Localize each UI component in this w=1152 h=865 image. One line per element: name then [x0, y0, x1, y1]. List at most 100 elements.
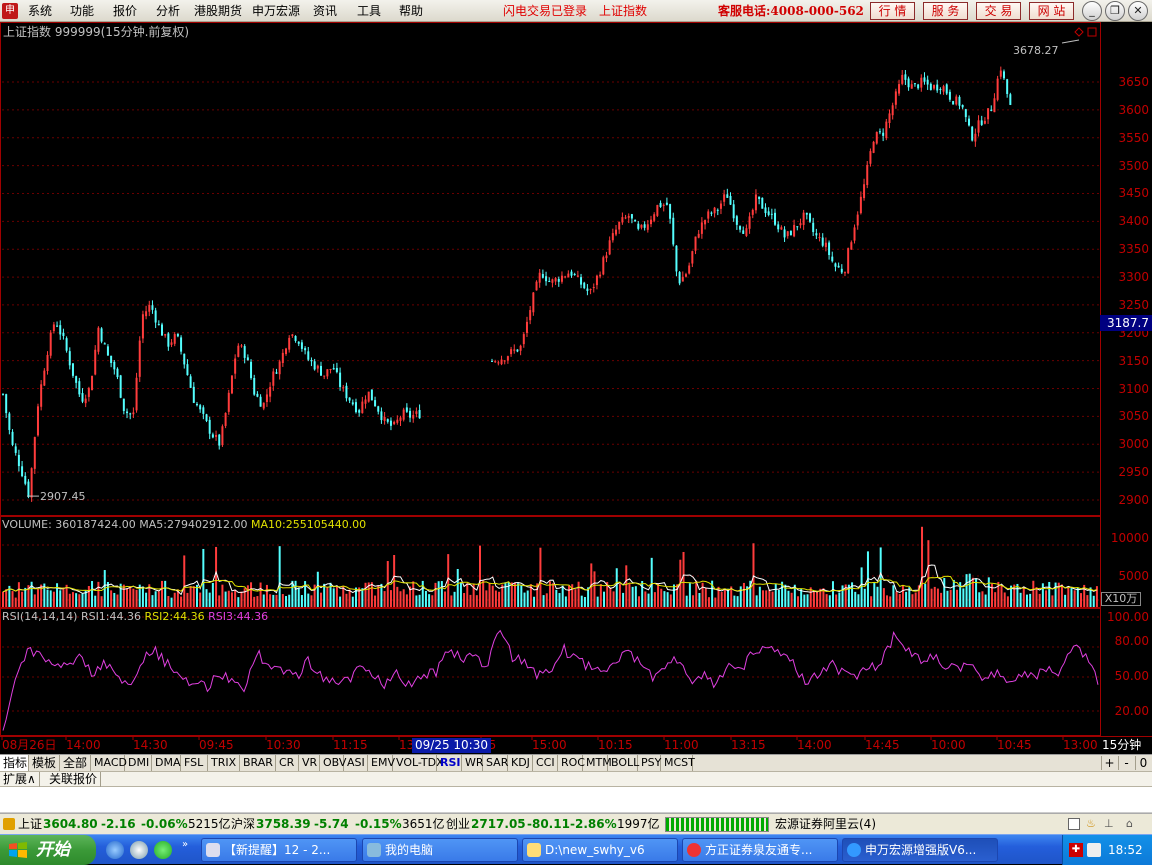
candle-body [24, 475, 27, 484]
menu-function[interactable]: 功能 [70, 3, 94, 19]
candle-body [164, 334, 167, 336]
minimize-icon[interactable]: _ [1082, 1, 1102, 21]
menu-help[interactable]: 帮助 [399, 3, 423, 19]
period-selector[interactable]: 15分钟 [1102, 738, 1141, 752]
menu-system[interactable]: 系统 [28, 3, 52, 19]
website-button[interactable]: 网 站 [1029, 2, 1074, 20]
browser-icon[interactable] [154, 841, 172, 859]
candle-body [256, 393, 259, 397]
tab-trix[interactable]: TRIX [208, 755, 240, 771]
candle-body [602, 257, 605, 275]
tab-obv[interactable]: OBV [320, 755, 346, 771]
zoom-in-button[interactable]: + [1101, 756, 1117, 770]
task-my-computer[interactable]: 我的电脑 [362, 838, 518, 862]
window-icon[interactable] [1068, 818, 1080, 830]
tab-asi[interactable]: ASI [344, 755, 368, 771]
menu-analysis[interactable]: 分析 [156, 3, 180, 19]
volume-bar [62, 587, 65, 607]
tab-mtm[interactable]: MTM [583, 755, 612, 771]
tab-cr[interactable]: CR [276, 755, 299, 771]
volume-bar [816, 591, 819, 607]
candle-body [665, 202, 668, 205]
shield-icon[interactable] [1087, 843, 1101, 857]
zoom-out-button[interactable]: - [1118, 756, 1134, 770]
trade-button[interactable]: 交 易 [976, 2, 1021, 20]
tab-psy[interactable]: PSY [638, 755, 661, 771]
tab-vol-tdx[interactable]: VOL-TDX [393, 755, 444, 771]
menu-info[interactable]: 资讯 [313, 3, 337, 19]
task-fangzheng[interactable]: 方正证券泉友通专... [682, 838, 838, 862]
server-name[interactable]: 宏源证券阿里云(4) [775, 817, 876, 832]
start-button[interactable]: 开始 [0, 835, 96, 865]
price-chart-title: 上证指数 999999(15分钟.前复权) [3, 25, 190, 39]
ie-icon[interactable] [106, 841, 124, 859]
kline-chart[interactable] [0, 22, 1152, 756]
tab-dmi[interactable]: DMI [125, 755, 152, 771]
tab-指标[interactable]: 指标 [0, 755, 29, 771]
menu-quote[interactable]: 报价 [113, 3, 137, 19]
tab-mcst[interactable]: MCST [661, 755, 695, 771]
candle-body [723, 194, 726, 202]
quote-button[interactable]: 行 情 [870, 2, 915, 20]
computer-task-icon [367, 843, 381, 857]
volume-multiplier: X10万 [1101, 592, 1141, 606]
indicator-tab-bar: 指标 模板 全部 MACD DMI DMA FSL TRIX BRAR CR VR OBV ASI EMV… [0, 754, 1152, 771]
candle-body [611, 233, 614, 241]
candle-body [700, 222, 703, 234]
signal-icon[interactable]: ⊥ [1104, 818, 1118, 830]
tab-brar[interactable]: BRAR [240, 755, 276, 771]
volume-bar [593, 571, 596, 607]
tab-emv[interactable]: EMV [368, 755, 395, 771]
candle-body [586, 288, 589, 291]
candle-body [68, 351, 71, 366]
tab-kdj[interactable]: KDJ [508, 755, 533, 771]
volume-bar [806, 594, 809, 607]
tab-rsi[interactable]: RSI [437, 755, 462, 771]
menu-swhy[interactable]: 申万宏源 [252, 3, 300, 19]
menu-tools[interactable]: 工具 [357, 3, 381, 19]
task-folder[interactable]: D:\new_swhy_v6 [522, 838, 678, 862]
service-button[interactable]: 服 务 [923, 2, 968, 20]
candle-body [170, 342, 173, 345]
restore-icon[interactable]: ❐ [1105, 1, 1125, 21]
network-icon[interactable]: ⌂ [1126, 818, 1140, 830]
task-swhy[interactable]: 申万宏源增强版V6... [842, 838, 998, 862]
candle-body [1006, 79, 1009, 94]
show-desktop-icon[interactable] [130, 841, 148, 859]
tab-dma[interactable]: DMA [152, 755, 181, 771]
volume-bar [1045, 590, 1048, 607]
status-menu-icon[interactable] [3, 818, 15, 830]
tab-vr[interactable]: VR [299, 755, 320, 771]
tab-roc[interactable]: ROC [558, 755, 585, 771]
tab-cci[interactable]: CCI [533, 755, 558, 771]
task-reminder[interactable]: 【新提醒】12 - 2... [201, 838, 357, 862]
tab-模板[interactable]: 模板 [29, 755, 60, 771]
candlestick-series [2, 66, 1012, 502]
candle-body [888, 113, 891, 123]
volume-bar [189, 586, 192, 607]
candle-body [240, 345, 243, 347]
close-icon[interactable]: ✕ [1128, 1, 1148, 21]
app-icon[interactable]: 申 [2, 3, 18, 19]
volume-bar [1086, 595, 1089, 607]
tab-fsl[interactable]: FSL [181, 755, 208, 771]
input-method-icon[interactable]: ✚ [1069, 843, 1083, 857]
volume-bar [110, 590, 113, 607]
tab-boll[interactable]: BOLL [608, 755, 639, 771]
tab-sar[interactable]: SAR [483, 755, 508, 771]
tab-macd[interactable]: MACD [91, 755, 127, 771]
tab-wr[interactable]: WR [462, 755, 484, 771]
candle-body [580, 277, 583, 285]
candle-body [751, 209, 754, 215]
menu-hk-futures[interactable]: 港股期货 [194, 3, 242, 19]
tab-全部[interactable]: 全部 [60, 755, 91, 771]
quicklaunch-more-icon[interactable]: » [182, 839, 188, 850]
tab-related-quotes[interactable]: 关联报价 [46, 772, 102, 787]
reset-zoom-button[interactable]: 0 [1135, 756, 1151, 770]
price-tick: 3550 [1118, 130, 1149, 145]
chart-area[interactable]: 上证指数 999999(15分钟.前复权) 3678.27 2907.45 36… [0, 22, 1152, 756]
bulb-icon[interactable]: ♨ [1086, 818, 1100, 830]
volume-bar [36, 589, 39, 607]
candle-body [675, 245, 678, 272]
tab-extend[interactable]: 扩展∧ [0, 772, 40, 787]
